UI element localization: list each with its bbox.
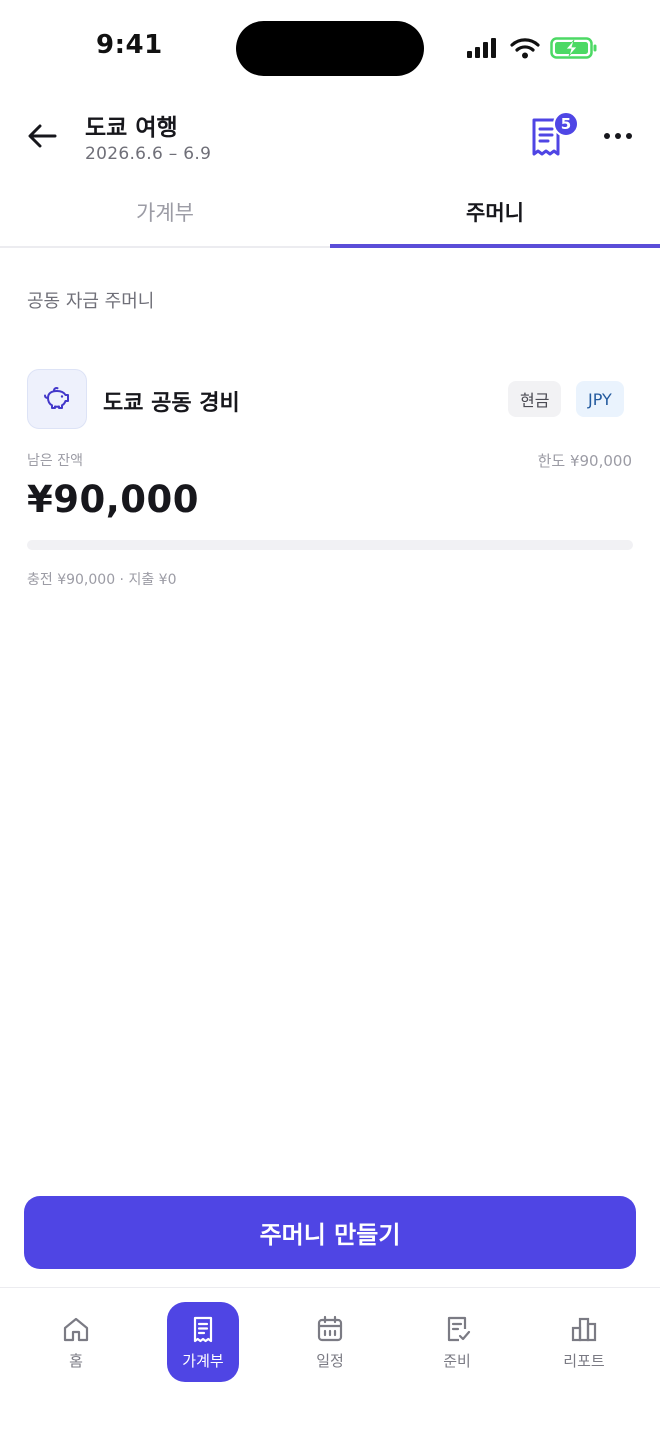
dynamic-island <box>236 21 424 76</box>
receipt-count-badge: 5 <box>553 111 579 137</box>
nav-label-home: 홈 <box>69 1351 83 1370</box>
battery-charging-icon <box>550 37 597 59</box>
pocket-name: 도쿄 공동 경비 <box>103 391 240 416</box>
topup-spend-summary: 충전 ¥90,000 · 지출 ¥0 <box>27 572 177 588</box>
currency-tag: JPY <box>576 381 624 417</box>
remaining-balance-value: ¥90,000 <box>27 478 200 521</box>
payment-method-tag: 현금 <box>508 381 562 417</box>
status-bar: 9:41 <box>0 0 660 96</box>
create-pocket-button[interactable]: 주머니 만들기 <box>24 1196 636 1269</box>
nav-item-ledger[interactable]: 가계부 <box>167 1302 239 1382</box>
status-time: 9:41 <box>96 30 163 60</box>
back-button[interactable] <box>24 118 60 154</box>
trip-dates: 2026.6.6 – 6.9 <box>85 144 212 164</box>
nav-item-home[interactable]: 홈 <box>40 1302 112 1382</box>
nav-item-report[interactable]: 리포트 <box>548 1302 620 1382</box>
nav-label-prepare: 준비 <box>443 1351 471 1370</box>
nav-label-ledger: 가계부 <box>182 1351 224 1370</box>
arrow-left-icon <box>28 124 57 148</box>
nav-label-schedule: 일정 <box>316 1351 344 1370</box>
spend-progress-track <box>27 540 633 550</box>
nav-label-report: 리포트 <box>563 1351 605 1370</box>
cellular-signal-icon <box>467 38 496 58</box>
status-icons <box>466 34 598 62</box>
limit-label: 한도 ¥90,000 <box>537 452 632 470</box>
more-options-button[interactable] <box>598 122 638 150</box>
piggy-bank-icon <box>44 386 69 409</box>
tab-ledger[interactable]: 가계부 <box>0 186 330 246</box>
nav-item-schedule[interactable]: 일정 <box>294 1302 366 1382</box>
bar-chart-icon <box>571 1317 597 1341</box>
receipt-icon <box>193 1316 213 1342</box>
section-title: 공동 자금 주머니 <box>27 291 155 312</box>
pocket-icon-tile <box>27 369 87 429</box>
tab-pockets[interactable]: 주머니 <box>330 186 660 248</box>
calendar-icon <box>317 1315 343 1341</box>
nav-item-prepare[interactable]: 준비 <box>421 1302 493 1382</box>
more-dot-icon <box>604 133 610 139</box>
tab-bar: 가계부 주머니 <box>0 186 660 248</box>
more-dot-icon <box>615 133 621 139</box>
home-icon <box>63 1317 89 1341</box>
trip-title: 도쿄 여행 <box>85 115 178 141</box>
remaining-balance-label: 남은 잔액 <box>27 453 83 469</box>
more-dot-icon <box>626 133 632 139</box>
wifi-icon <box>510 38 540 59</box>
bottom-nav: 홈 가계부 일정 준비 리포트 <box>0 1287 660 1434</box>
checklist-icon <box>447 1316 471 1341</box>
